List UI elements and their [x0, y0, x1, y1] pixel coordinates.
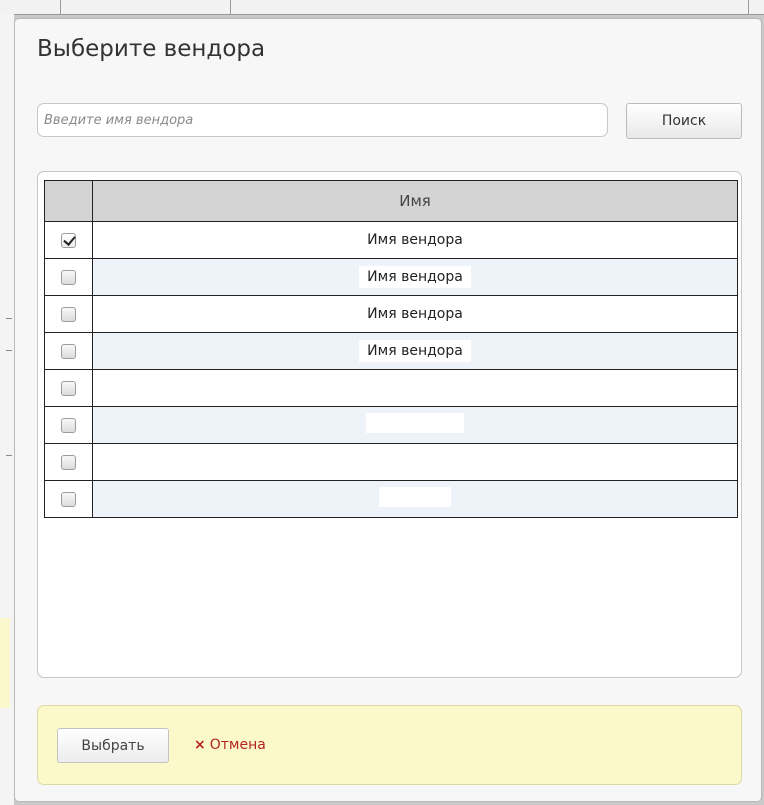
vendor-table: Имя Имя вендора Имя вендора Имя вендора Имя…: [44, 180, 738, 518]
cancel-link[interactable]: × Отмена: [194, 737, 266, 753]
table-header-row: Имя: [44, 180, 738, 222]
background-header: [0, 0, 764, 15]
vendor-name-cell[interactable]: [92, 443, 738, 481]
row-checkbox-cell: [44, 480, 93, 518]
row-checkbox[interactable]: [61, 306, 76, 322]
dialog-title: Выберите вендора: [37, 36, 266, 62]
row-checkbox-cell: [44, 369, 93, 407]
table-row[interactable]: Имя вендора: [44, 332, 738, 370]
table-row[interactable]: Имя вендора: [44, 258, 738, 296]
table-row[interactable]: [44, 406, 738, 444]
background-column-divider: [230, 0, 231, 14]
vendor-select-dialog: Выберите вендора Поиск Имя Имя вендораИм…: [14, 18, 762, 802]
row-checkbox[interactable]: [61, 454, 76, 470]
row-checkbox-cell: [44, 295, 93, 333]
close-icon: ×: [194, 737, 206, 753]
row-checkbox[interactable]: [61, 491, 76, 507]
row-checkbox[interactable]: [61, 380, 76, 396]
search-button[interactable]: Поиск: [626, 103, 742, 139]
name-column-header[interactable]: Имя: [92, 180, 738, 222]
background-divider: [6, 318, 12, 319]
row-checkbox-cell: [44, 443, 93, 481]
table-row[interactable]: Имя вендора: [44, 295, 738, 333]
vendor-name-cell[interactable]: Имя вендора: [92, 332, 738, 370]
vendor-name: [379, 487, 451, 507]
vendor-name-cell[interactable]: Имя вендора: [92, 221, 738, 259]
vendor-name-cell[interactable]: Имя вендора: [92, 295, 738, 333]
select-column-header: [44, 180, 93, 222]
row-checkbox-cell: [44, 332, 93, 370]
row-checkbox-cell: [44, 258, 93, 296]
vendor-name: [366, 413, 464, 433]
table-row[interactable]: [44, 369, 738, 407]
select-button[interactable]: Выбрать: [57, 728, 169, 763]
background-divider: [6, 350, 12, 351]
row-checkbox[interactable]: [61, 343, 76, 359]
vendor-search-input[interactable]: [37, 103, 608, 137]
row-checkbox[interactable]: [61, 269, 76, 285]
vendor-name: Имя вендора: [359, 266, 471, 288]
row-checkbox[interactable]: [61, 417, 76, 433]
background-column-divider: [60, 0, 61, 14]
background-highlight: [0, 618, 10, 708]
vendor-name-cell[interactable]: [92, 369, 738, 407]
table-row[interactable]: [44, 480, 738, 518]
vendor-name-cell[interactable]: Имя вендора: [92, 258, 738, 296]
vendor-name-cell[interactable]: [92, 406, 738, 444]
dialog-footer: Выбрать × Отмена: [37, 705, 742, 785]
background-divider: [6, 455, 12, 456]
background-column-divider: [748, 0, 749, 14]
vendor-name: Имя вендора: [359, 229, 471, 251]
cancel-label: Отмена: [209, 737, 266, 753]
row-checkbox-cell: [44, 221, 93, 259]
vendor-name-cell[interactable]: [92, 480, 738, 518]
table-row[interactable]: Имя вендора: [44, 221, 738, 259]
vendor-name: Имя вендора: [359, 340, 471, 362]
row-checkbox-checked[interactable]: [61, 232, 76, 248]
table-row[interactable]: [44, 443, 738, 481]
vendor-table-body: Имя вендора Имя вендора Имя вендора Имя вен…: [44, 221, 738, 518]
vendor-list-panel: Имя Имя вендора Имя вендора Имя вендора Имя…: [37, 171, 742, 678]
row-checkbox-cell: [44, 406, 93, 444]
vendor-name: Имя вендора: [359, 303, 471, 325]
